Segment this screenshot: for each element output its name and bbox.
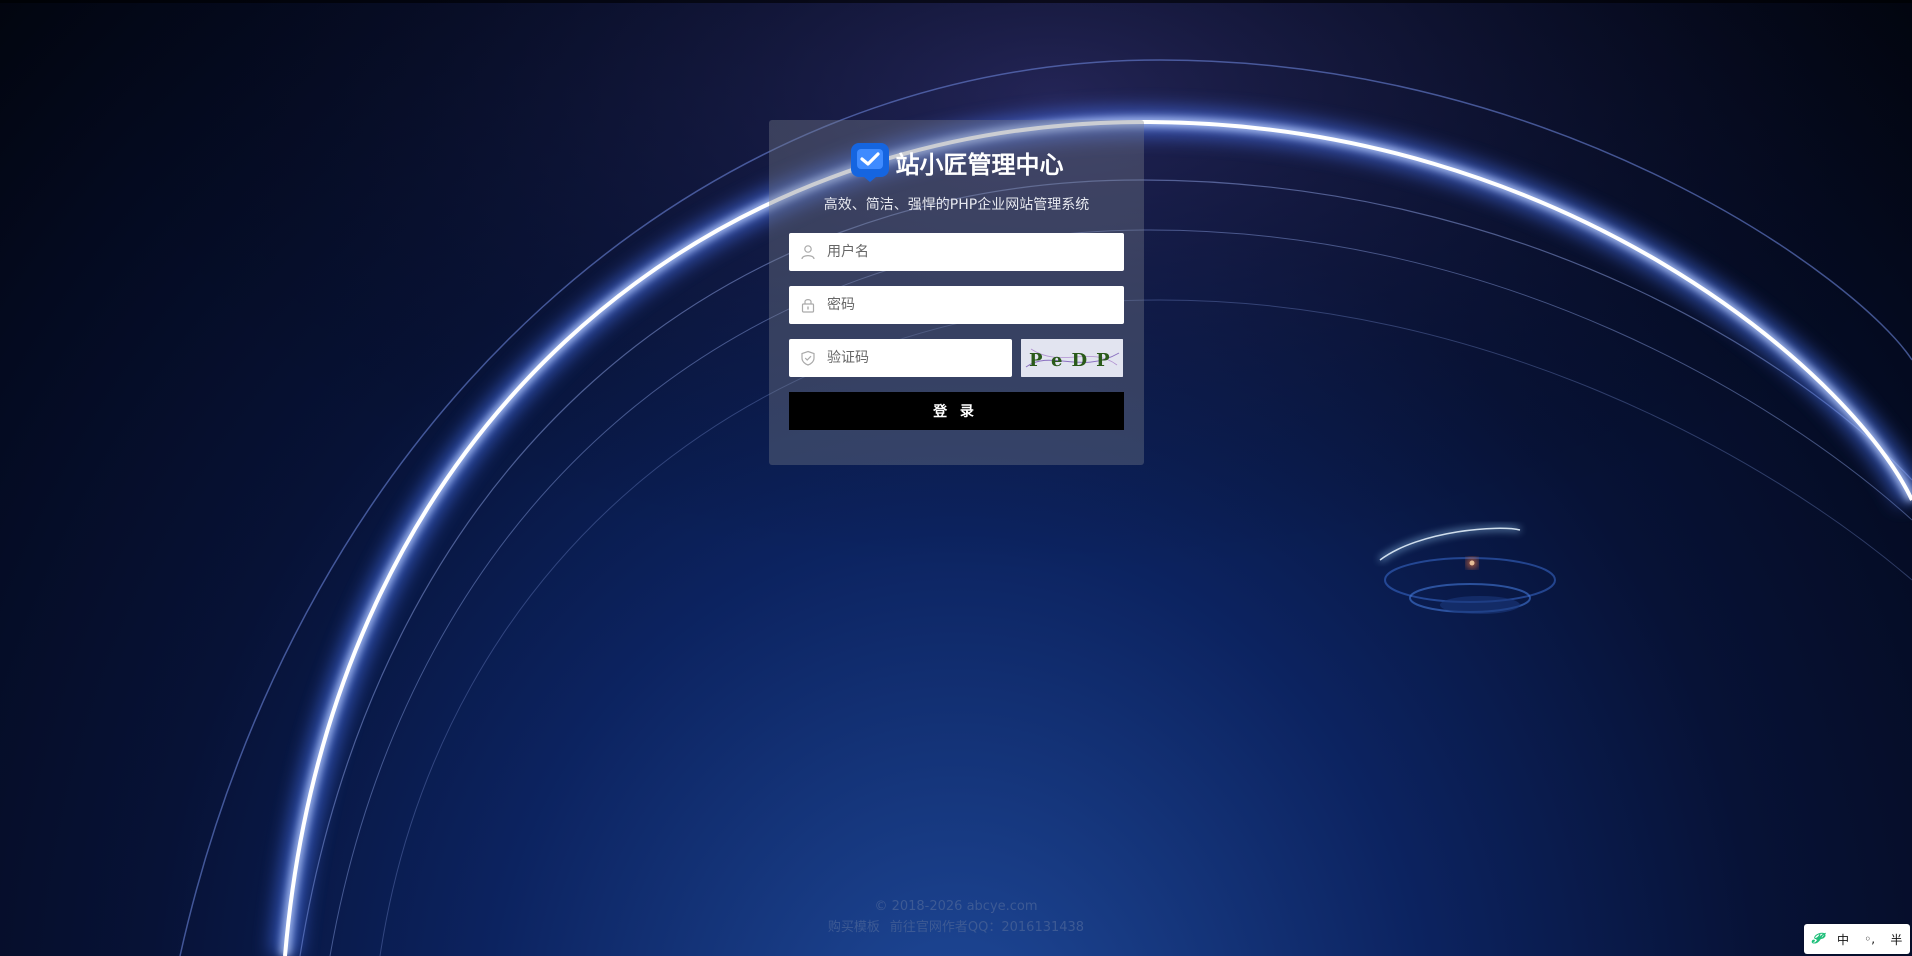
- password-field[interactable]: [789, 286, 1124, 324]
- captcha-image[interactable]: PeDP: [1021, 339, 1123, 377]
- username-field[interactable]: [789, 233, 1124, 271]
- password-input[interactable]: [827, 287, 1124, 323]
- author-link[interactable]: 前往官网作者QQ：2016131438: [890, 920, 1084, 935]
- ime-logo-icon: 𝓟: [1811, 931, 1822, 947]
- footer: © 2018-2026 abcye.com 购买模板 前往官网作者QQ：20161…: [0, 896, 1912, 938]
- copyright-text: © 2018-2026 abcye.com: [874, 899, 1038, 914]
- app-title: 站小匠管理中心: [895, 150, 1064, 179]
- brand-header: 站小匠管理中心: [769, 142, 1144, 182]
- ime-punct-toggle[interactable]: ◦,: [1864, 932, 1875, 946]
- lock-icon: [789, 286, 827, 324]
- chat-check-icon: [850, 143, 889, 182]
- username-input[interactable]: [827, 234, 1124, 270]
- captcha-text: PeDP: [1029, 350, 1119, 371]
- buy-template-link[interactable]: 购买模板: [828, 920, 880, 935]
- footer-links: 购买模板 前往官网作者QQ：2016131438: [0, 917, 1912, 938]
- shield-check-icon: [789, 339, 827, 377]
- ime-width-toggle[interactable]: 半: [1890, 931, 1902, 948]
- captcha-field[interactable]: [789, 339, 1012, 377]
- captcha-input[interactable]: [827, 340, 1012, 376]
- ime-toolbar[interactable]: 𝓟 中 ◦, 半: [1804, 924, 1910, 954]
- app-subtitle: 高效、简洁、强悍的PHP企业网站管理系统: [823, 197, 1090, 213]
- login-button[interactable]: 登 录: [789, 392, 1124, 430]
- user-icon: [789, 233, 827, 271]
- login-card: 站小匠管理中心 高效、简洁、强悍的PHP企业网站管理系统 PeDP 登 录: [769, 120, 1144, 465]
- ime-mode-toggle[interactable]: 中: [1837, 931, 1849, 948]
